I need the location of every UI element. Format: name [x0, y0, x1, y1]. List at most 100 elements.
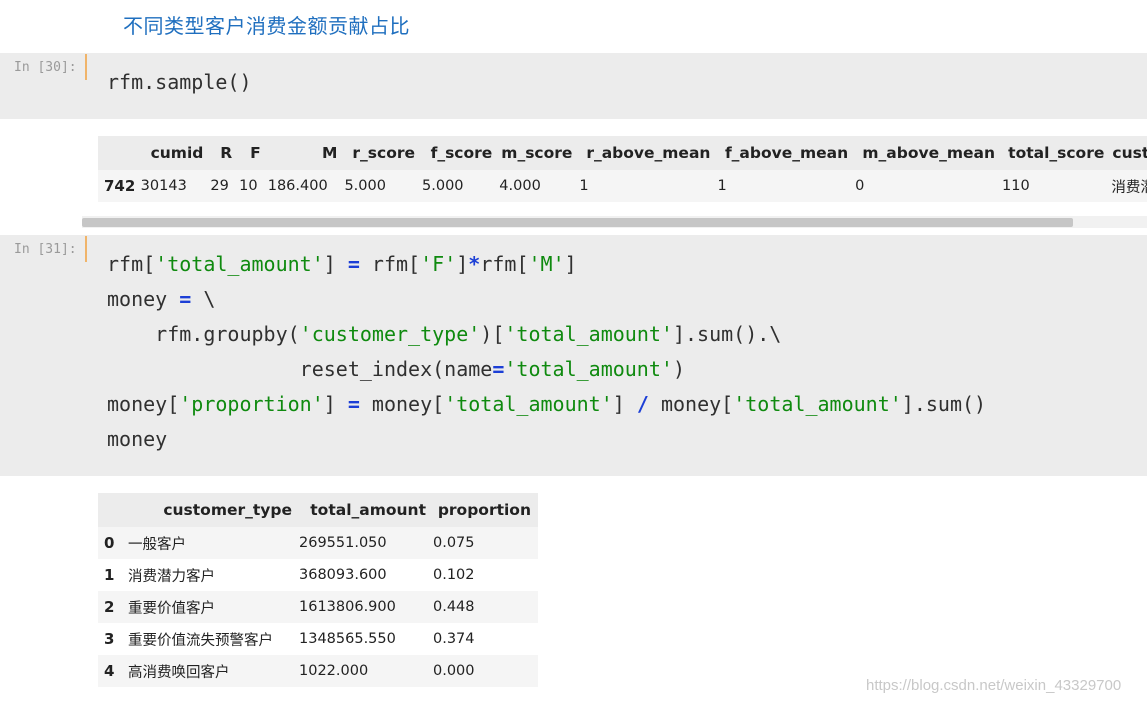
code-token: reset_index(name	[107, 357, 493, 381]
code-token: \	[191, 287, 216, 311]
scrollbar-thumb[interactable]	[82, 218, 1073, 227]
table-cell: 29	[210, 178, 229, 194]
string-token: 'total_amount'	[155, 252, 324, 276]
table-cell: 1022.000	[299, 663, 369, 679]
table-cell: 269551.050	[299, 535, 387, 551]
code-text-30[interactable]: rfm.sample()	[107, 65, 252, 100]
column-header: R	[220, 144, 233, 162]
row-index: 4	[104, 662, 115, 680]
string-token: 'total_amount'	[504, 357, 673, 381]
sample-dataframe: cumid R F Mr_score f_score m_score r_above_mea…	[98, 136, 1147, 202]
column-header: cumid	[150, 144, 204, 162]
table-cell: 高消费唤回客户	[128, 664, 230, 681]
table-cell: 0.374	[433, 631, 475, 647]
table-cell: 368093.600	[299, 567, 387, 583]
code-token: rfm[	[107, 252, 156, 276]
column-header: F	[250, 144, 261, 162]
string-token: 'total_amount'	[444, 392, 613, 416]
code-token: money[	[648, 392, 734, 416]
table-row: 1 消费潜力客户 368093.600 0.102	[98, 559, 538, 591]
table-cell: 30143	[140, 178, 187, 194]
column-header: total_score	[1008, 144, 1105, 162]
table-cell: 重要价值客户	[128, 600, 215, 617]
table-cell: 0.000	[433, 663, 475, 679]
operator-token: =	[179, 287, 192, 311]
code-token: money	[107, 427, 168, 451]
code-line: rfm.groupby('customer_type')['total_amou…	[107, 317, 986, 352]
table-cell: 1	[579, 178, 589, 194]
column-header: customer_type	[163, 501, 292, 519]
table-cell: 110	[1002, 178, 1030, 194]
column-header: m_score	[501, 144, 573, 162]
table-cell: 消费潜力	[1111, 179, 1147, 196]
column-header: r_above_mean	[586, 144, 711, 162]
code-token: rfm.groupby(	[107, 322, 300, 346]
table-cell: 4.000	[499, 178, 541, 194]
code-token: money	[107, 287, 180, 311]
column-header: M	[322, 144, 338, 162]
index-header	[98, 136, 141, 170]
string-token: 'customer_type'	[299, 322, 481, 346]
code-line: rfm['total_amount'] = rfm['F']*rfm['M']	[107, 247, 986, 282]
table-row: 0 一般客户 269551.050 0.075	[98, 527, 538, 559]
row-index: 0	[104, 534, 115, 552]
index-header	[98, 493, 128, 527]
table-row: 4 高消费唤回客户 1022.000 0.000	[98, 655, 538, 687]
code-token: rfm[	[480, 252, 529, 276]
table-cell: 消费潜力客户	[128, 568, 215, 585]
markdown-heading: 不同类型客户消费金额贡献占比	[123, 14, 410, 38]
operator-token: =	[492, 357, 505, 381]
table-cell: 一般客户	[128, 536, 186, 553]
operator-token: /	[636, 392, 649, 416]
operator-token: =	[347, 392, 360, 416]
table-row: 742 30143 29 10 186.400 5.000 5.000 4.000 1 1 0 110…	[98, 170, 1147, 202]
row-index: 742	[104, 177, 136, 195]
table-cell: 5.000	[344, 178, 386, 194]
code-token: ]	[612, 392, 637, 416]
watermark: https://blog.csdn.net/weixin_43329700	[866, 677, 1122, 694]
string-token: 'total_amount'	[733, 392, 902, 416]
column-header: r_score	[352, 144, 416, 162]
code-line: money['proportion'] = money['total_amoun…	[107, 387, 986, 422]
table-cell: 0	[855, 178, 865, 194]
column-header: m_above_mean	[862, 144, 996, 162]
column-header: f_above_mean	[724, 144, 849, 162]
code-token: )[	[480, 322, 505, 346]
string-token: 'F'	[420, 252, 457, 276]
cell-border	[85, 54, 87, 80]
code-token: money[	[359, 392, 445, 416]
table-cell: 1613806.900	[299, 599, 396, 615]
table-cell: 重要价值流失预警客户	[128, 632, 273, 649]
code-text-31[interactable]: rfm['total_amount'] = rfm['F']*rfm['M'] m…	[107, 247, 986, 457]
code-line: money = \	[107, 282, 986, 317]
column-header: custor	[1112, 144, 1147, 162]
code-token: ].sum()	[901, 392, 987, 416]
code-token: money[	[107, 392, 180, 416]
table-row: 3 重要价值流失预警客户 1348565.550 0.374	[98, 623, 538, 655]
code-token: )	[672, 357, 685, 381]
sample-output: cumid R F Mr_score f_score m_score r_above_mea…	[98, 136, 1147, 202]
row-index: 2	[104, 598, 115, 616]
table-cell: 5.000	[422, 178, 464, 194]
money-dataframe: customer_type total_amount proportion 0 一般客…	[98, 493, 538, 687]
operator-token: *	[468, 252, 481, 276]
string-token: 'M'	[528, 252, 565, 276]
row-index: 1	[104, 566, 115, 584]
table-cell: 0.448	[433, 599, 475, 615]
cell-prompt-31: In [31]:	[14, 242, 77, 257]
code-token: ]	[456, 252, 469, 276]
table-cell: 186.400	[267, 178, 328, 194]
table-cell: 0.102	[433, 567, 475, 583]
column-header: total_amount	[310, 501, 426, 519]
code-token: rfm[	[359, 252, 421, 276]
code-token: ]	[564, 252, 577, 276]
operator-token: =	[347, 252, 360, 276]
table-cell: 1348565.550	[299, 631, 396, 647]
cell-prompt-30: In [30]:	[14, 60, 77, 75]
column-header: f_score	[430, 144, 493, 162]
code-line: reset_index(name='total_amount')	[107, 352, 986, 387]
column-header: proportion	[437, 501, 531, 519]
code-token: ]	[323, 252, 348, 276]
table-cell: 0.075	[433, 535, 475, 551]
row-index: 3	[104, 630, 115, 648]
